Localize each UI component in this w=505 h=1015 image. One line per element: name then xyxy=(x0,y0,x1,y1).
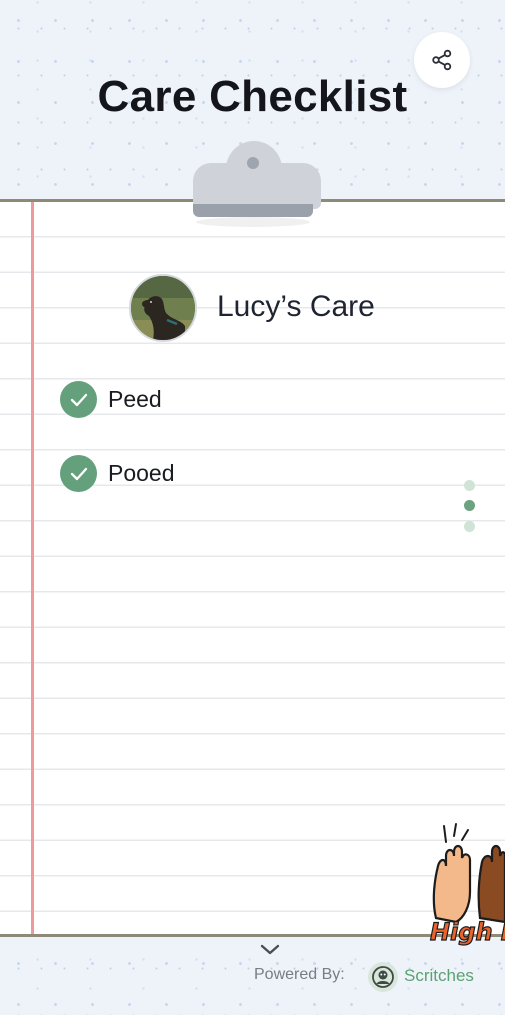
task-item-peed[interactable]: Peed xyxy=(60,381,162,418)
task-item-pooed[interactable]: Pooed xyxy=(60,455,175,492)
task-label: Pooed xyxy=(108,460,175,486)
pet-dog-photo xyxy=(131,276,195,340)
pager-dot-2[interactable] xyxy=(464,500,475,511)
chevron-down-icon[interactable] xyxy=(258,942,282,958)
page-title: Care Checklist xyxy=(97,72,408,121)
clipboard-clip-bar xyxy=(193,204,313,217)
pager-dot-1[interactable] xyxy=(464,480,475,491)
powered-by-label: Powered By: xyxy=(254,966,345,983)
share-icon xyxy=(432,49,452,71)
pager-dot-3[interactable] xyxy=(464,521,475,532)
clipboard-clip-hole xyxy=(247,157,259,169)
paper-margin-line xyxy=(31,202,34,934)
pet-avatar[interactable] xyxy=(129,274,197,342)
check-icon[interactable] xyxy=(60,455,97,492)
task-label: Peed xyxy=(108,386,162,412)
scritches-brand-link[interactable]: Scritches xyxy=(404,966,474,986)
pet-name: Lucy’s Care xyxy=(217,290,375,323)
clipboard-clip-shadow xyxy=(196,217,310,227)
scritches-logo-icon[interactable] xyxy=(368,962,398,992)
high-five-sticker: High Fi xyxy=(428,822,505,950)
sticker-text: High Fi xyxy=(430,918,505,946)
check-icon[interactable] xyxy=(60,381,97,418)
